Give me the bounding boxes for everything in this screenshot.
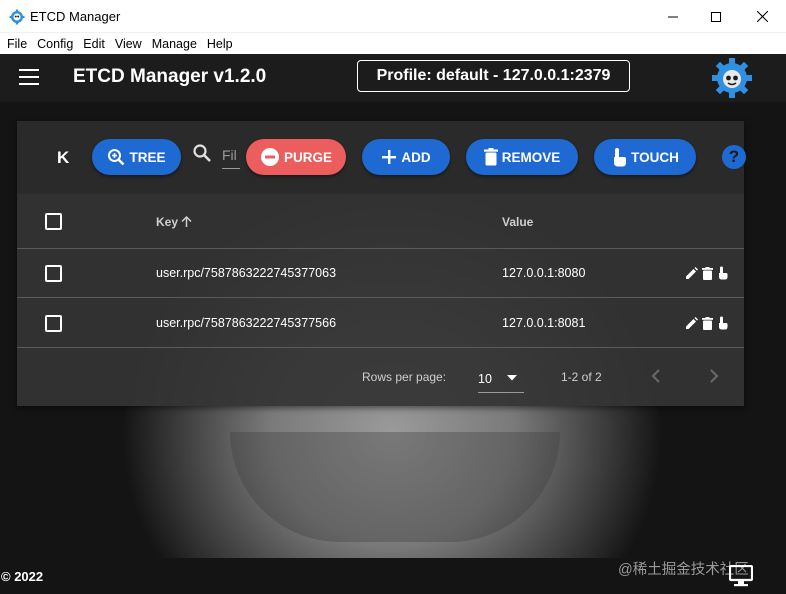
menu-help[interactable]: Help	[207, 37, 233, 51]
touch-icon	[614, 148, 627, 167]
logo-icon	[712, 58, 752, 98]
copyright: © 2022	[1, 569, 44, 584]
rows-per-page-select[interactable]: 10	[478, 365, 524, 393]
pagination-range: 1-2 of 2	[561, 370, 602, 384]
zoom-in-icon	[108, 149, 125, 166]
purge-button[interactable]: PURGE	[246, 139, 346, 175]
menu-config[interactable]: Config	[37, 37, 73, 51]
remove-button-label: REMOVE	[501, 149, 561, 165]
keys-card: K TREE PURGE	[17, 121, 746, 406]
column-header-key[interactable]: Key	[156, 215, 192, 229]
close-button[interactable]	[739, 0, 785, 33]
app-title: ETCD Manager v1.2.0	[73, 66, 267, 87]
row-key: user.rpc/7587863222745377063	[156, 266, 337, 280]
remove-button[interactable]: REMOVE	[466, 139, 578, 175]
row-checkbox[interactable]	[45, 315, 62, 332]
delete-icon[interactable]	[702, 316, 713, 330]
minimize-icon	[668, 16, 678, 17]
arrow-up-icon	[181, 216, 192, 227]
touch-button[interactable]: TOUCH	[594, 139, 696, 175]
app-bar: ETCD Manager v1.2.0 Profile: default - 1…	[0, 54, 786, 102]
window-title: ETCD Manager	[30, 9, 121, 24]
add-button-label: ADD	[401, 149, 431, 165]
footer-bar: © 2022 @稀土掘金技术社区	[0, 558, 786, 594]
tree-button[interactable]: TREE	[92, 139, 181, 175]
menu-view[interactable]: View	[115, 37, 142, 51]
select-all-checkbox[interactable]	[45, 213, 62, 230]
chevron-right-icon[interactable]	[709, 369, 719, 383]
tree-button-label: TREE	[129, 149, 166, 165]
edit-icon[interactable]	[685, 316, 698, 330]
row-actions	[685, 316, 728, 330]
row-value: 127.0.0.1:8081	[502, 316, 586, 330]
window-titlebar: ETCD Manager	[0, 0, 786, 33]
minus-circle-icon	[260, 148, 279, 166]
delete-icon[interactable]	[702, 266, 713, 280]
table-header: Key Value	[17, 194, 744, 249]
chevron-down-icon	[507, 375, 517, 381]
add-button[interactable]: ADD	[362, 139, 450, 175]
row-key: user.rpc/7587863222745377566	[156, 316, 337, 330]
filter-input[interactable]	[222, 141, 240, 169]
plus-icon	[382, 150, 397, 164]
edit-icon[interactable]	[685, 266, 698, 280]
table-row[interactable]: user.rpc/7587863222745377566 127.0.0.1:8…	[17, 299, 744, 348]
touch-button-label: TOUCH	[631, 149, 679, 165]
minimize-button[interactable]	[650, 0, 696, 33]
touch-icon[interactable]	[717, 266, 728, 280]
chevron-left-icon[interactable]	[651, 369, 661, 383]
column-header-value: Value	[502, 215, 534, 229]
close-icon	[756, 11, 768, 22]
rows-per-page-label: Rows per page:	[362, 370, 447, 384]
menu-file[interactable]: File	[7, 37, 27, 51]
row-checkbox[interactable]	[45, 265, 62, 282]
pagination: Rows per page: 10 1-2 of 2	[17, 349, 744, 406]
purge-button-label: PURGE	[283, 149, 332, 165]
row-value: 127.0.0.1:8080	[502, 266, 586, 280]
touch-icon[interactable]	[717, 316, 728, 330]
rows-per-page-value: 10	[478, 371, 492, 386]
profile-indicator[interactable]: Profile: default - 127.0.0.1:2379	[357, 60, 630, 92]
help-icon[interactable]: ?	[722, 145, 746, 169]
key-prefix-label: K	[57, 148, 70, 167]
search-icon	[193, 144, 211, 162]
delete-icon	[483, 148, 498, 166]
menu-bar: File Config Edit View Manage Help	[0, 34, 786, 54]
app-icon	[9, 9, 25, 25]
menu-manage[interactable]: Manage	[152, 37, 197, 51]
toolbar: K TREE PURGE	[17, 121, 746, 194]
maximize-button[interactable]	[693, 0, 739, 33]
row-actions	[685, 266, 728, 280]
menu-icon[interactable]	[19, 69, 39, 85]
table-row[interactable]: user.rpc/7587863222745377063 127.0.0.1:8…	[17, 249, 744, 298]
menu-edit[interactable]: Edit	[83, 37, 105, 51]
monitor-icon[interactable]	[729, 565, 753, 587]
maximize-icon	[711, 11, 721, 22]
